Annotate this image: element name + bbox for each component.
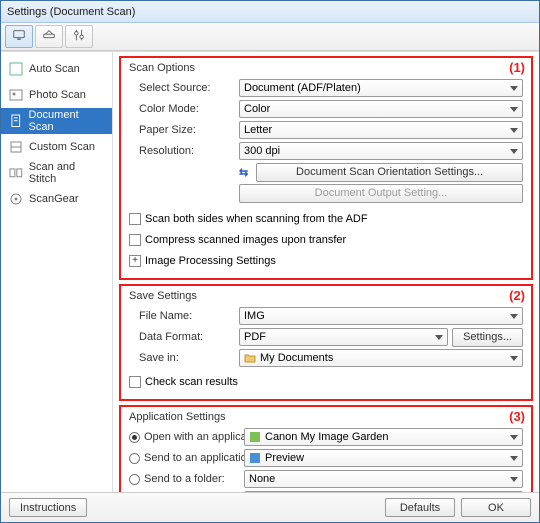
auto-scan-icon [9, 62, 23, 76]
paper-size-label: Paper Size: [129, 124, 239, 136]
sidebar-item-label: ScanGear [29, 193, 79, 205]
sidebar-item-label: Document Scan [29, 109, 105, 133]
section-scan-options: (1) Scan Options Select Source: Document… [119, 56, 533, 280]
open-with-label: Open with an application: [144, 431, 244, 443]
section-marker-3: (3) [509, 409, 525, 424]
scanner-icon [42, 28, 56, 45]
sidebar-item-document-scan[interactable]: Document Scan [1, 108, 112, 134]
section-marker-2: (2) [509, 288, 525, 303]
data-format-dropdown[interactable]: PDF [239, 328, 448, 346]
send-app-dropdown[interactable]: Preview [244, 449, 523, 467]
app-icon [249, 431, 261, 443]
compress-checkbox[interactable] [129, 234, 141, 246]
sidebar-item-auto-scan[interactable]: Auto Scan [1, 56, 112, 82]
file-name-label: File Name: [129, 310, 239, 322]
sidebar-item-scangear[interactable]: ScanGear [1, 186, 112, 212]
attach-email-dropdown[interactable]: None (Attach Manually) [244, 491, 523, 492]
compress-label: Compress scanned images upon transfer [145, 234, 346, 246]
sidebar-item-label: Scan and Stitch [29, 161, 104, 185]
photo-scan-icon [9, 88, 23, 102]
document-scan-icon [9, 114, 23, 128]
resolution-dropdown[interactable]: 300 dpi [239, 142, 523, 160]
section-marker-1: (1) [509, 60, 525, 75]
application-settings-title: Application Settings [129, 411, 523, 423]
send-folder-radio[interactable] [129, 474, 140, 485]
scan-options-title: Scan Options [129, 62, 523, 74]
resolution-label: Resolution: [129, 145, 239, 157]
main-panel: (1) Scan Options Select Source: Document… [113, 52, 539, 492]
color-mode-dropdown[interactable]: Color [239, 100, 523, 118]
toolbar-tab-scan-from-computer[interactable] [5, 25, 33, 48]
save-in-dropdown[interactable]: My Documents [239, 349, 523, 367]
output-settings-button[interactable]: Document Output Setting... [239, 184, 523, 203]
select-source-label: Select Source: [129, 82, 239, 94]
sidebar-item-label: Photo Scan [29, 89, 86, 101]
sidebar-item-label: Custom Scan [29, 141, 95, 153]
ok-button[interactable]: OK [461, 498, 531, 517]
file-name-dropdown[interactable]: IMG [239, 307, 523, 325]
section-save-settings: (2) Save Settings File Name: IMG Data Fo… [119, 284, 533, 401]
defaults-button[interactable]: Defaults [385, 498, 455, 517]
both-sides-checkbox[interactable] [129, 213, 141, 225]
select-source-dropdown[interactable]: Document (ADF/Platen) [239, 79, 523, 97]
section-application-settings: (3) Application Settings Open with an ap… [119, 405, 533, 492]
custom-scan-icon [9, 140, 23, 154]
toolbar-tab-scan-from-panel[interactable] [35, 25, 63, 48]
open-with-dropdown[interactable]: Canon My Image Garden [244, 428, 523, 446]
window-title: Settings (Document Scan) [7, 6, 135, 18]
monitor-icon [12, 28, 26, 45]
check-results-label: Check scan results [145, 376, 238, 388]
stitch-icon [9, 166, 23, 180]
send-app-label: Send to an application: [144, 452, 244, 464]
preview-icon [249, 452, 261, 464]
settings-window: Settings (Document Scan) Auto Scan [0, 0, 540, 523]
sidebar-item-custom-scan[interactable]: Custom Scan [1, 134, 112, 160]
sidebar-item-scan-and-stitch[interactable]: Scan and Stitch [1, 160, 112, 186]
expand-image-processing[interactable]: + [129, 255, 141, 267]
sliders-icon [72, 28, 86, 45]
send-app-radio[interactable] [129, 453, 140, 464]
instructions-button[interactable]: Instructions [9, 498, 87, 517]
toolbar-tab-general[interactable] [65, 25, 93, 48]
body: Auto Scan Photo Scan Document Scan Custo… [1, 51, 539, 492]
toolbar [1, 23, 539, 51]
data-format-settings-button[interactable]: Settings... [452, 328, 523, 347]
folder-icon [244, 352, 256, 364]
paper-size-dropdown[interactable]: Letter [239, 121, 523, 139]
color-mode-label: Color Mode: [129, 103, 239, 115]
check-results-checkbox[interactable] [129, 376, 141, 388]
sidebar-item-label: Auto Scan [29, 63, 80, 75]
sidebar: Auto Scan Photo Scan Document Scan Custo… [1, 52, 113, 492]
data-format-label: Data Format: [129, 331, 239, 343]
save-settings-title: Save Settings [129, 290, 523, 302]
image-processing-label: Image Processing Settings [145, 255, 276, 267]
titlebar: Settings (Document Scan) [1, 1, 539, 23]
orientation-settings-button[interactable]: Document Scan Orientation Settings... [256, 163, 523, 182]
open-with-radio[interactable] [129, 432, 140, 443]
sidebar-item-photo-scan[interactable]: Photo Scan [1, 82, 112, 108]
send-folder-dropdown[interactable]: None [244, 470, 523, 488]
save-in-label: Save in: [129, 352, 239, 364]
footer: Instructions Defaults OK [1, 492, 539, 522]
scangear-icon [9, 192, 23, 206]
send-folder-label: Send to a folder: [144, 473, 244, 485]
orientation-preview-icon: ⇆ [239, 166, 248, 179]
both-sides-label: Scan both sides when scanning from the A… [145, 213, 368, 225]
